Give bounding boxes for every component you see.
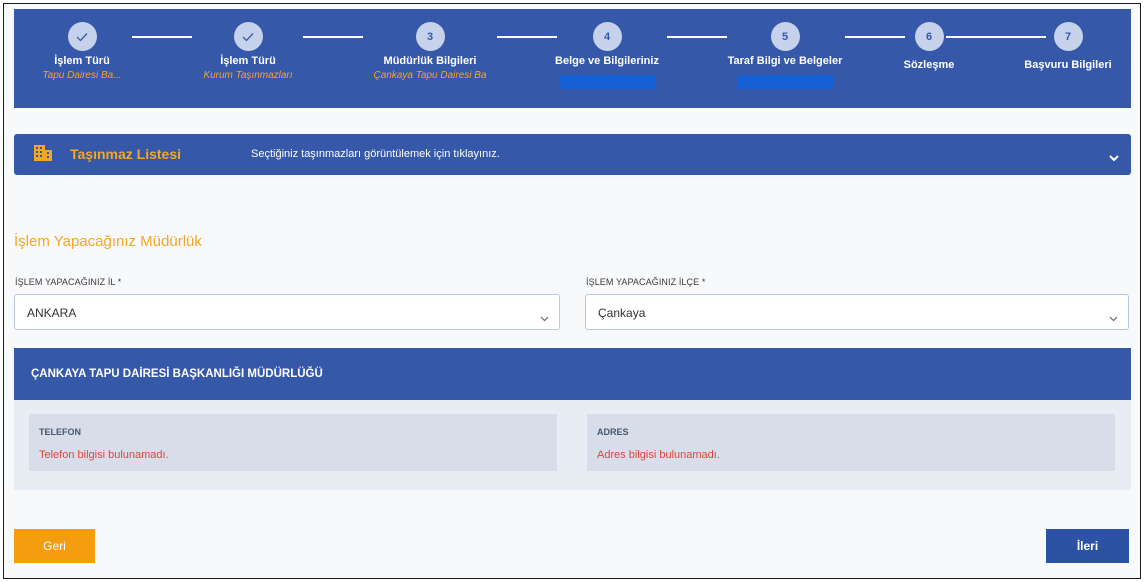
office-header: ÇANKAYA TAPU DAİRESİ BAŞKANLIĞI MÜDÜRLÜĞ… bbox=[14, 348, 1131, 400]
property-list-toggle[interactable]: Taşınmaz Listesi Seçtiğiniz taşınmazları… bbox=[14, 134, 1131, 175]
application-frame: İşlem Türü Tapu Dairesi Ba... İşlem Türü… bbox=[3, 3, 1141, 579]
wizard-step-3[interactable]: 3 Müdürlük Bilgileri Çankaya Tapu Daires… bbox=[345, 22, 515, 81]
check-icon bbox=[233, 22, 263, 51]
step-title: Müdürlük Bilgileri bbox=[383, 55, 477, 67]
chevron-down-icon bbox=[1109, 309, 1118, 327]
back-button[interactable]: Geri bbox=[14, 529, 95, 563]
step-title: İşlem Türü bbox=[220, 55, 276, 67]
province-value: ANKARA bbox=[27, 306, 77, 320]
wizard-step-1[interactable]: İşlem Türü Tapu Dairesi Ba... bbox=[4, 22, 167, 81]
property-list-hint: Seçtiğiniz taşınmazları görüntülemek içi… bbox=[251, 148, 500, 160]
phone-card: TELEFON Telefon bilgisi bulunamadı. bbox=[29, 414, 557, 471]
step-number: 5 bbox=[770, 22, 800, 51]
step-number: 4 bbox=[592, 22, 622, 51]
office-info-panel: ÇANKAYA TAPU DAİRESİ BAŞKANLIĞI MÜDÜRLÜĞ… bbox=[14, 348, 1131, 490]
highlight-box bbox=[737, 75, 833, 89]
step-subtitle: Çankaya Tapu Dairesi Ba bbox=[373, 70, 487, 81]
office-name: ÇANKAYA TAPU DAİRESİ BAŞKANLIĞI MÜDÜRLÜĞ… bbox=[31, 368, 323, 380]
district-label: İŞLEM YAPACAĞINIZ İLÇE * bbox=[586, 277, 706, 287]
step-subtitle: Tapu Dairesi Ba... bbox=[42, 70, 122, 81]
wizard-step-2[interactable]: İşlem Türü Kurum Taşınmazları bbox=[163, 22, 333, 81]
step-title: Belge ve Bilgileriniz bbox=[555, 55, 659, 67]
step-number: 7 bbox=[1053, 22, 1083, 51]
next-button[interactable]: İleri bbox=[1046, 529, 1129, 563]
wizard-stepper: İşlem Türü Tapu Dairesi Ba... İşlem Türü… bbox=[14, 9, 1131, 108]
highlight-box bbox=[559, 75, 655, 89]
chevron-down-icon[interactable] bbox=[1109, 149, 1119, 167]
building-icon bbox=[34, 145, 52, 166]
address-value: Adres bilgisi bulunamadı. bbox=[597, 449, 720, 461]
step-number: 6 bbox=[914, 22, 944, 51]
wizard-step-7[interactable]: 7 Başvuru Bilgileri bbox=[983, 22, 1140, 71]
province-select[interactable]: ANKARA bbox=[14, 294, 560, 330]
step-title: Başvuru Bilgileri bbox=[1024, 59, 1112, 71]
phone-value: Telefon bilgisi bulunamadı. bbox=[39, 449, 169, 461]
chevron-down-icon bbox=[540, 309, 549, 327]
property-list-title: Taşınmaz Listesi bbox=[70, 146, 182, 162]
check-icon bbox=[67, 22, 97, 51]
district-select[interactable]: Çankaya bbox=[585, 294, 1129, 330]
address-label: ADRES bbox=[597, 427, 629, 437]
address-card: ADRES Adres bilgisi bulunamadı. bbox=[587, 414, 1115, 471]
province-label: İŞLEM YAPACAĞINIZ İL * bbox=[15, 277, 122, 287]
step-subtitle: Kurum Taşınmazları bbox=[203, 70, 293, 81]
step-number: 3 bbox=[415, 22, 445, 51]
district-value: Çankaya bbox=[598, 306, 646, 320]
phone-label: TELEFON bbox=[39, 427, 81, 437]
section-title: İşlem Yapacağınız Müdürlük bbox=[14, 233, 202, 250]
wizard-step-4[interactable]: 4 Belge ve Bilgileriniz bbox=[522, 22, 692, 89]
step-title: İşlem Türü bbox=[54, 55, 110, 67]
